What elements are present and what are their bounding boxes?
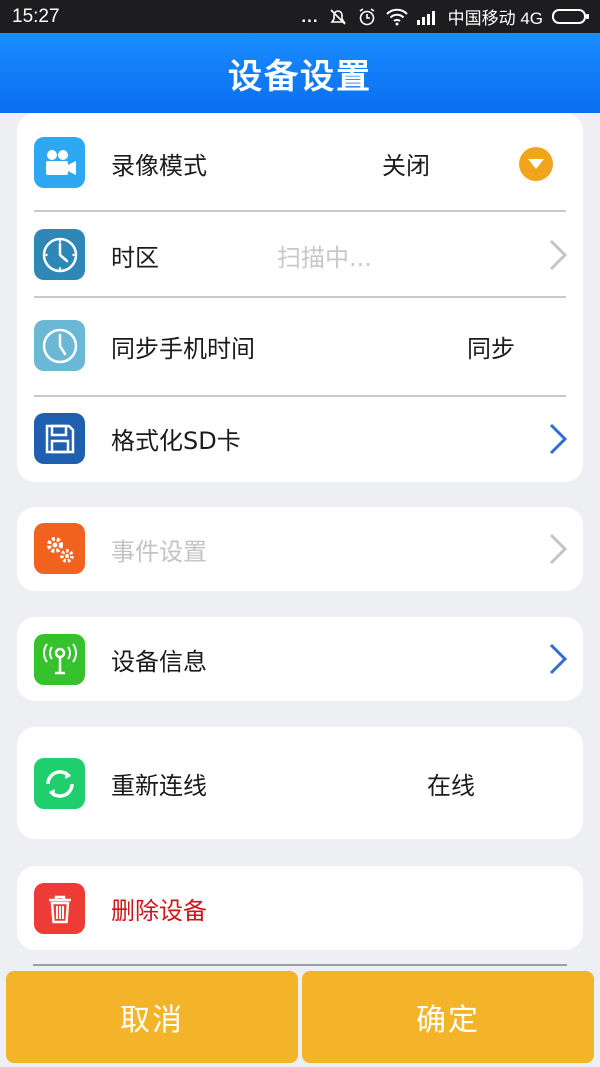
record-mode-row[interactable]: 录像模式 关闭 [17, 117, 583, 209]
cancel-button[interactable]: 取消 [6, 971, 298, 1063]
sync-time-label: 同步手机时间 [111, 334, 255, 363]
status-icons: ... 中国移动 4G [301, 4, 589, 29]
settings-card-connection: 重新连线 在线 [17, 727, 583, 839]
device-info-label: 设备信息 [111, 647, 207, 676]
status-time: 15:27 [12, 5, 60, 27]
gears-icon [34, 523, 85, 574]
settings-card-main: 录像模式 关闭 时区 扫描中... 同步手机时间 同步 格式化SD卡 [17, 113, 583, 482]
settings-card-info: 设备信息 [17, 617, 583, 701]
wifi-icon [385, 8, 408, 26]
reconnect-row[interactable]: 重新连线 在线 [17, 727, 583, 839]
device-info-row[interactable]: 设备信息 [17, 617, 583, 701]
settings-card-event: 事件设置 [17, 507, 583, 591]
timezone-value: 扫描中... [277, 243, 372, 272]
status-bar: 15:27 ... 中国移动 4G [0, 0, 600, 33]
antenna-icon [34, 634, 85, 685]
delete-device-button[interactable]: 删除设备 [111, 891, 207, 926]
connection-status: 在线 [427, 771, 475, 800]
format-sd-label: 格式化SD卡 [111, 426, 241, 455]
page-title: 设备设置 [228, 56, 372, 97]
event-settings-row[interactable]: 事件设置 [17, 507, 583, 591]
chevron-right-icon [549, 533, 568, 565]
battery-icon [552, 9, 589, 24]
sync-time-row[interactable]: 同步手机时间 同步 [17, 298, 583, 394]
clock-icon [34, 229, 85, 280]
footer-divider [33, 964, 567, 966]
notification-off-icon [328, 7, 348, 27]
reconnect-label: 重新连线 [111, 771, 207, 800]
record-mode-label: 录像模式 [111, 151, 207, 180]
delete-device-row[interactable]: 删除设备 [17, 866, 583, 950]
carrier-label: 中国移动 4G [447, 9, 543, 28]
signal-icon [416, 9, 439, 25]
chevron-right-icon [549, 239, 568, 271]
clock-icon [34, 320, 85, 371]
floppy-disk-icon [34, 413, 85, 464]
event-settings-label: 事件设置 [111, 537, 207, 566]
page-header: 设备设置 [0, 33, 600, 113]
trash-icon [34, 883, 85, 934]
video-camera-icon [34, 137, 85, 188]
chevron-right-icon [549, 423, 568, 455]
alarm-icon [357, 7, 377, 27]
settings-card-delete: 删除设备 [17, 866, 583, 950]
timezone-label: 时区 [111, 243, 159, 272]
format-sd-row[interactable]: 格式化SD卡 [17, 397, 583, 479]
refresh-icon [34, 758, 85, 809]
timezone-row[interactable]: 时区 扫描中... [17, 212, 583, 298]
sync-button[interactable]: 同步 [467, 329, 515, 364]
chevron-right-icon [549, 643, 568, 675]
record-mode-value: 关闭 [382, 151, 430, 180]
dropdown-icon[interactable] [519, 147, 553, 181]
more-notifications-indicator: ... [301, 6, 319, 26]
confirm-button[interactable]: 确定 [302, 971, 594, 1063]
